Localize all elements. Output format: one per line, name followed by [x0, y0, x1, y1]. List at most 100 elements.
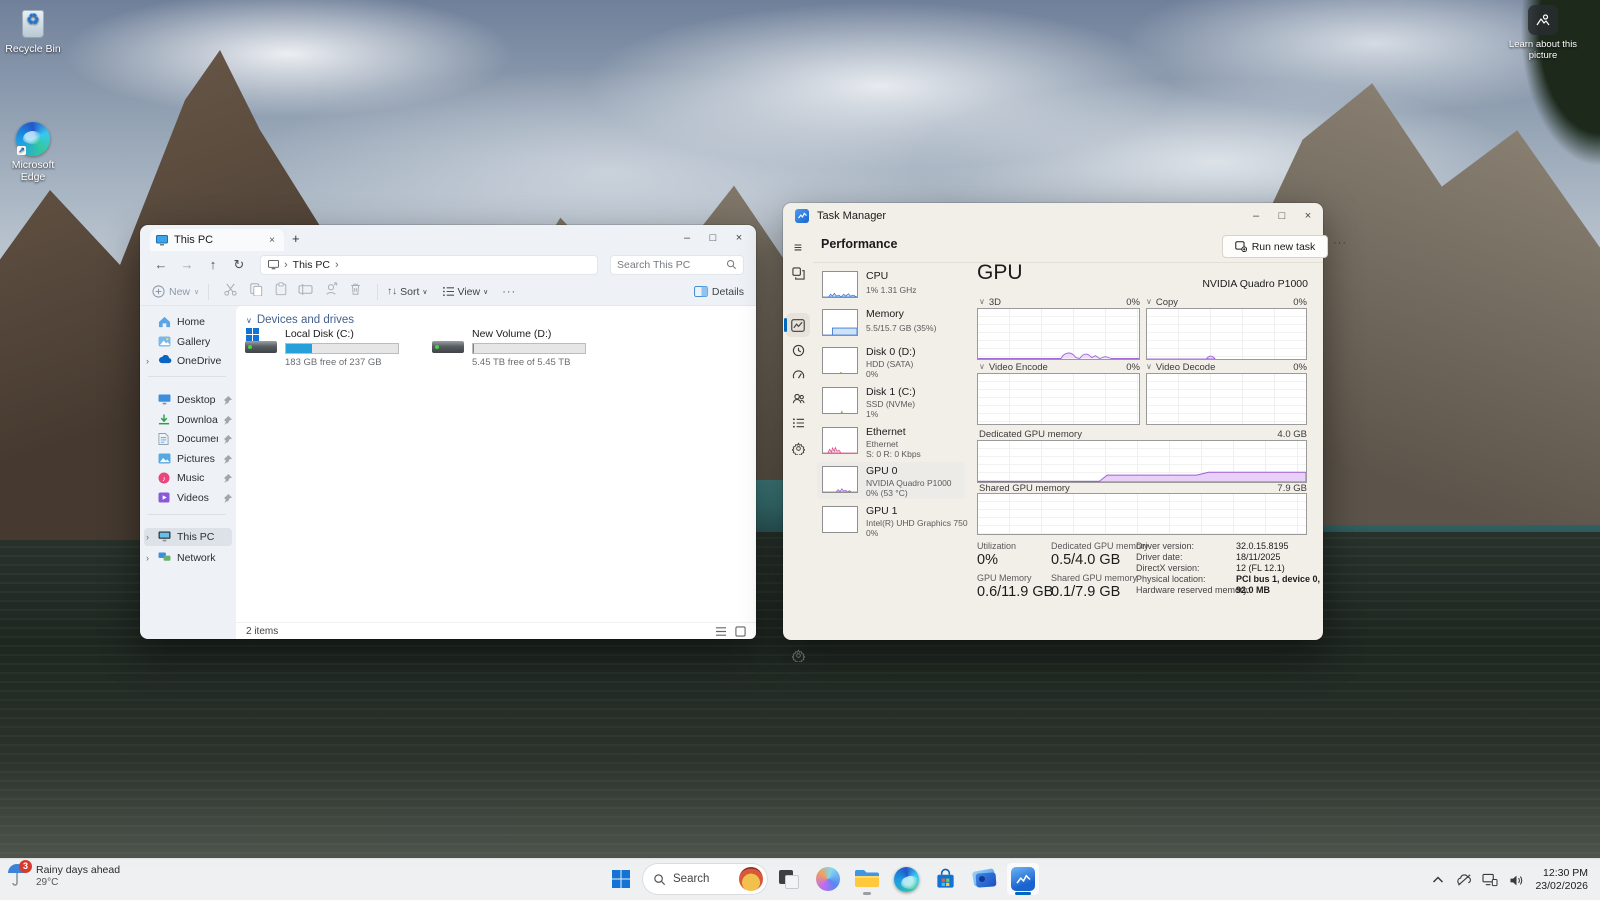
task-manager-titlebar[interactable]: Task Manager – □ ×: [783, 203, 1323, 229]
sidebar-item-documents[interactable]: Documents: [144, 430, 232, 448]
run-new-task-button[interactable]: Run new task: [1222, 235, 1328, 258]
chart-label-video-decode[interactable]: ∨Video Decode: [1146, 362, 1215, 373]
back-button[interactable]: ←: [150, 257, 172, 272]
drive-free-space: 183 GB free of 237 GB: [285, 356, 399, 369]
new-tab-button[interactable]: +: [292, 231, 300, 246]
list-item-cpu[interactable]: CPU 1% 1.31 GHz: [817, 267, 965, 304]
chart-label-video-encode[interactable]: ∨Video Encode: [979, 362, 1048, 373]
hidden-icons-chevron[interactable]: [1427, 866, 1449, 894]
task-manager-window-controls: – □ ×: [1243, 205, 1321, 227]
processes-icon[interactable]: [790, 265, 806, 281]
more-options-button[interactable]: ···: [502, 286, 516, 298]
taskbar-weather-widget[interactable]: 3 Rainy days ahead 29°C: [6, 863, 120, 889]
sort-button[interactable]: ↑↓ Sort ∨: [387, 286, 427, 298]
navigation-menu-icon[interactable]: ≡: [790, 239, 806, 255]
breadcrumb-this-pc[interactable]: This PC: [293, 259, 330, 271]
collapse-chevron-icon[interactable]: ∨: [246, 316, 252, 325]
list-item-gpu-1[interactable]: GPU 1 Intel(R) UHD Graphics 750 0%: [817, 502, 965, 539]
pin-icon: [223, 396, 232, 405]
videos-icon: [158, 492, 172, 504]
up-button[interactable]: ↑: [202, 257, 224, 272]
maximize-button[interactable]: □: [1269, 205, 1295, 227]
sidebar-item-onedrive[interactable]: › OneDrive: [144, 352, 232, 370]
copilot-button[interactable]: [811, 862, 845, 896]
photos-taskbar-button[interactable]: [967, 862, 1001, 896]
sidebar-item-pictures[interactable]: Pictures: [144, 450, 232, 468]
task-view-button[interactable]: [772, 862, 806, 896]
close-button[interactable]: ×: [726, 227, 752, 249]
refresh-button[interactable]: ↻: [228, 257, 250, 273]
picture-info-icon: [1528, 5, 1558, 35]
delete-button[interactable]: [343, 282, 368, 301]
sidebar-item-home[interactable]: Home: [144, 313, 232, 331]
close-button[interactable]: ×: [1295, 205, 1321, 227]
chart-label-3d[interactable]: ∨3D: [979, 297, 1001, 308]
network-ethernet-icon[interactable]: [1479, 866, 1501, 894]
services-icon[interactable]: [790, 440, 806, 456]
settings-gear-icon[interactable]: [790, 647, 806, 663]
expand-chevron-icon[interactable]: ›: [146, 532, 153, 542]
list-item-disk-1[interactable]: Disk 1 (C:) SSD (NVMe) 1%: [817, 383, 965, 420]
explorer-tab[interactable]: This PC ×: [150, 229, 284, 251]
drive-name: New Volume (D:): [472, 328, 586, 341]
start-button[interactable]: [604, 862, 638, 896]
sidebar-item-gallery[interactable]: Gallery: [144, 333, 232, 351]
sidebar-item-desktop[interactable]: Desktop: [144, 391, 232, 409]
detail-physical-location-value: PCI bus 1, device 0, ...: [1236, 574, 1330, 584]
task-manager-taskbar-button[interactable]: [1006, 862, 1040, 896]
sidebar-item-music[interactable]: ♪ Music: [144, 469, 232, 487]
details-pane-toggle[interactable]: Details: [694, 286, 744, 298]
list-item-ethernet[interactable]: Ethernet Ethernet S: 0 R: 0 Kbps: [817, 423, 965, 460]
drive-local-disk-c[interactable]: Local Disk (C:) 183 GB free of 237 GB: [245, 328, 427, 362]
sidebar-item-network[interactable]: › Network: [144, 549, 232, 567]
users-icon[interactable]: [790, 390, 806, 406]
group-header-devices-and-drives[interactable]: ∨ Devices and drives: [246, 314, 354, 326]
share-button[interactable]: [318, 282, 343, 301]
chart-label-copy[interactable]: ∨Copy: [1146, 297, 1178, 308]
drive-new-volume-d[interactable]: New Volume (D:) 5.45 TB free of 5.45 TB: [432, 328, 614, 362]
taskbar: 3 Rainy days ahead 29°C Search: [0, 858, 1600, 900]
microsoft-store-button[interactable]: [928, 862, 962, 896]
expand-chevron-icon[interactable]: ›: [146, 553, 153, 563]
desktop-icon-learn-about-picture[interactable]: Learn about this picture: [1505, 5, 1581, 61]
app-history-icon[interactable]: [790, 342, 806, 358]
desktop-icon-edge[interactable]: ↗ Microsoft Edge: [0, 122, 66, 183]
more-options-icon[interactable]: ···: [1333, 237, 1347, 249]
tab-close-icon[interactable]: ×: [266, 235, 278, 246]
edge-taskbar-button[interactable]: [889, 862, 923, 896]
copy-button[interactable]: [243, 282, 268, 301]
minimize-button[interactable]: –: [1243, 205, 1269, 227]
file-explorer-taskbar-button[interactable]: [850, 862, 884, 896]
list-item-memory[interactable]: Memory 5.5/15.7 GB (35%): [817, 305, 965, 342]
startup-apps-icon[interactable]: [790, 366, 806, 382]
volume-icon[interactable]: [1505, 866, 1527, 894]
list-item-disk-0[interactable]: Disk 0 (D:) HDD (SATA) 0%: [817, 343, 965, 380]
performance-icon[interactable]: [790, 317, 806, 333]
details-view-toggle-icon[interactable]: [715, 626, 727, 637]
sidebar-item-this-pc[interactable]: › This PC: [144, 528, 232, 546]
sidebar-item-downloads[interactable]: Downloads: [144, 411, 232, 429]
address-bar[interactable]: › This PC ›: [260, 255, 598, 275]
paste-button[interactable]: [268, 282, 293, 301]
detail-hw-reserved-value: 92.0 MB: [1236, 585, 1270, 595]
thumbnail-view-toggle-icon[interactable]: [735, 626, 746, 637]
cut-button[interactable]: [218, 282, 243, 302]
maximize-button[interactable]: □: [700, 227, 726, 249]
expand-chevron-icon[interactable]: ›: [146, 356, 153, 366]
view-button[interactable]: View ∨: [442, 286, 489, 298]
taskbar-search-input[interactable]: Search: [643, 864, 767, 894]
clock-date: 23/02/2026: [1535, 880, 1588, 893]
list-item-gpu-0[interactable]: GPU 0 NVIDIA Quadro P1000 0% (53 °C): [817, 462, 965, 499]
rename-button[interactable]: [293, 283, 318, 301]
explorer-search-input[interactable]: Search This PC: [610, 255, 744, 275]
new-button[interactable]: New ∨: [152, 285, 199, 298]
explorer-titlebar[interactable]: This PC × + – □ ×: [140, 225, 756, 251]
shared-gpu-memory-chart: [977, 493, 1307, 535]
taskbar-clock[interactable]: 12:30 PM 23/02/2026: [1531, 867, 1596, 893]
forward-button[interactable]: →: [176, 257, 198, 272]
details-icon[interactable]: [790, 415, 806, 431]
sidebar-item-videos[interactable]: Videos: [144, 489, 232, 507]
minimize-button[interactable]: –: [674, 227, 700, 249]
onedrive-paused-icon[interactable]: [1453, 866, 1475, 894]
desktop-icon-recycle-bin[interactable]: ♻ Recycle Bin: [0, 6, 66, 55]
